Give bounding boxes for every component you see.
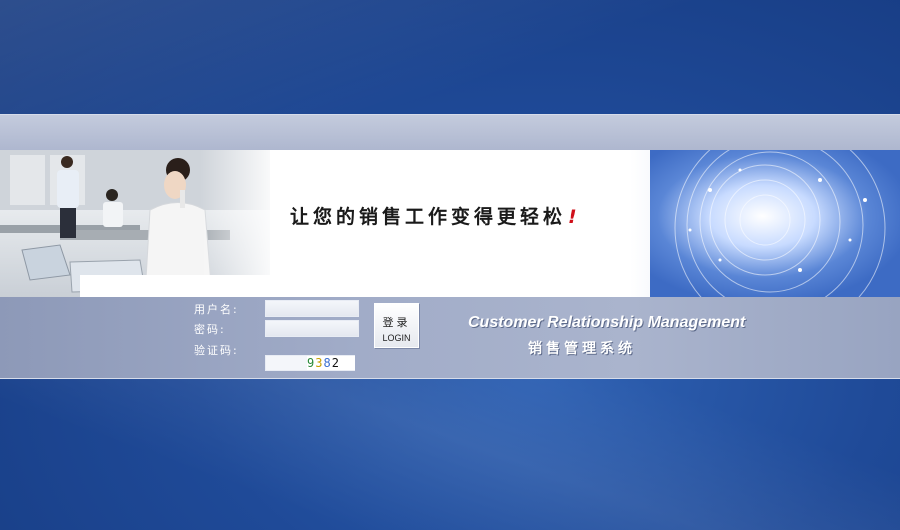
login-button-label-en: LOGIN <box>382 333 411 343</box>
slogan: 让您的销售工作变得更轻松! <box>290 202 581 229</box>
panel-top-strip <box>0 115 900 150</box>
slogan-text: 让您的销售工作变得更轻松 <box>290 206 567 228</box>
office-photo <box>0 150 270 297</box>
username-label: 用户名: <box>194 303 239 316</box>
captcha-digit: 9 <box>307 356 315 370</box>
captcha-digit: 2 <box>331 356 339 370</box>
banner: 让您的销售工作变得更轻松! <box>0 150 900 297</box>
slogan-exclamation: ! <box>568 206 581 228</box>
photo-fade <box>200 150 270 297</box>
login-button[interactable]: 登录 LOGIN <box>374 303 419 348</box>
password-input[interactable] <box>265 320 359 337</box>
globe-graphic <box>650 150 900 297</box>
login-panel: 让您的销售工作变得更轻松! 用户名: 密码: 验证码: 9382 登录 LOGI… <box>0 114 900 379</box>
app-title-en: Customer Relationship Management <box>468 314 746 331</box>
captcha-digit: 8 <box>323 356 331 370</box>
username-input[interactable] <box>265 300 359 317</box>
login-form: 用户名: 密码: 验证码: 9382 登录 LOGIN Customer Rel… <box>0 297 900 378</box>
captcha-label: 验证码: <box>194 344 239 357</box>
captcha-digit: 3 <box>315 356 323 370</box>
captcha-image[interactable]: 9382 <box>307 356 355 370</box>
password-label: 密码: <box>194 323 226 336</box>
login-button-label-cn: 登录 <box>382 317 411 329</box>
app-title-cn: 销售管理系统 <box>528 341 636 357</box>
